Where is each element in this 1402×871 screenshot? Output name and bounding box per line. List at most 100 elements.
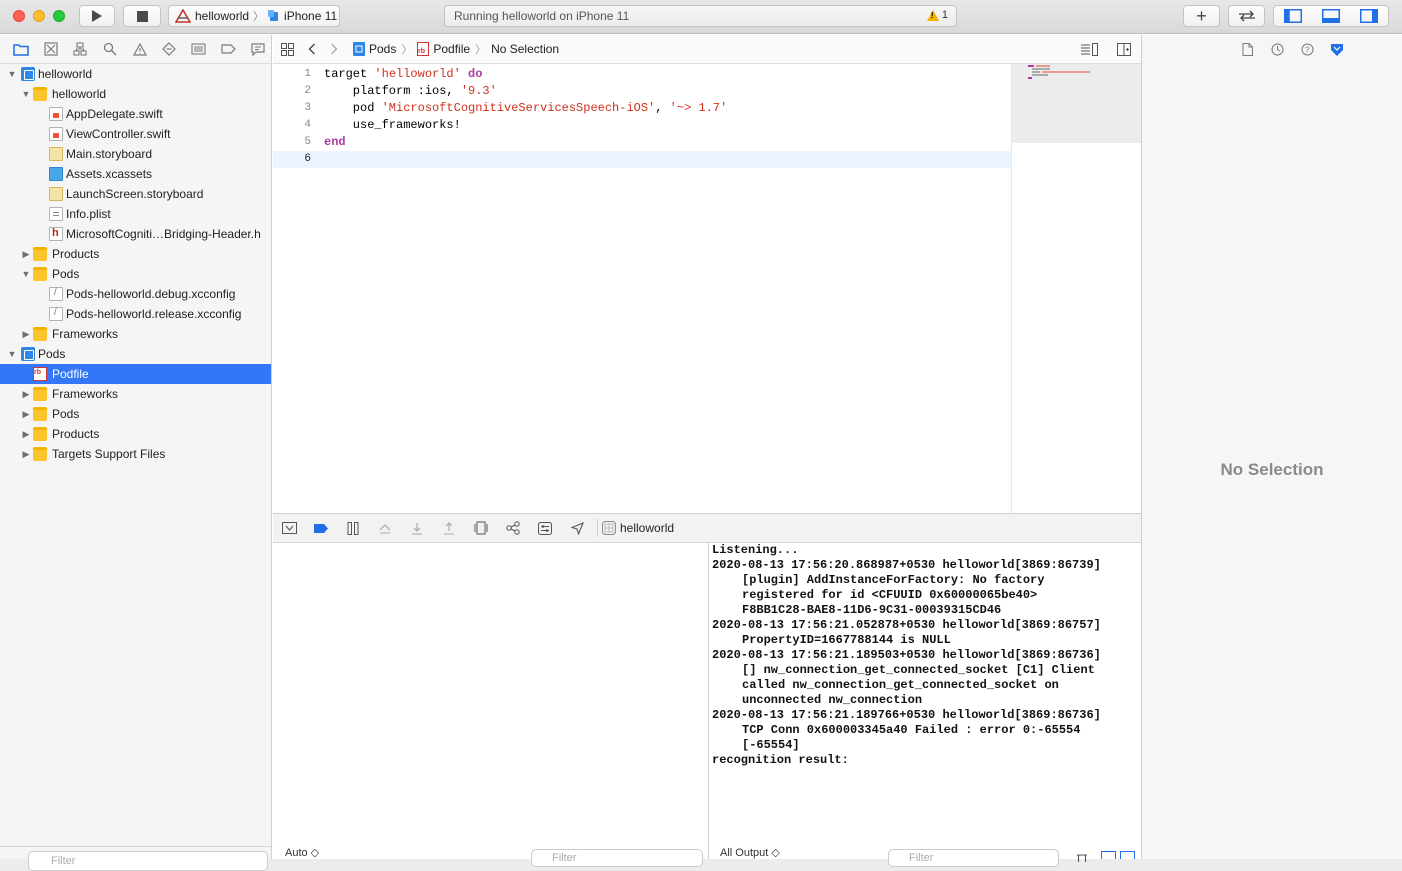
library-add-button[interactable]: +	[1183, 5, 1220, 27]
close-window-button[interactable]	[13, 10, 25, 22]
environment-overrides-button[interactable]	[529, 517, 561, 539]
process-selector[interactable]: helloworld	[602, 521, 674, 535]
step-over-button[interactable]	[369, 517, 401, 539]
tab-history-inspector[interactable]	[1268, 41, 1286, 59]
variables-view[interactable]	[273, 543, 709, 859]
hide-debug-area-button[interactable]	[273, 517, 305, 539]
tab-attributes-inspector[interactable]	[1328, 41, 1346, 59]
simulate-location-button[interactable]	[561, 517, 593, 539]
tab-breakpoint-navigator[interactable]	[215, 39, 243, 59]
debug-view-hierarchy-button[interactable]	[465, 517, 497, 539]
code-review-button[interactable]	[1228, 5, 1265, 27]
tab-file-inspector[interactable]	[1238, 41, 1256, 59]
trash-icon[interactable]	[1076, 851, 1088, 862]
disclosure-closed-icon[interactable]: ▶	[21, 409, 31, 419]
code-line[interactable]: 5 end	[273, 134, 1011, 151]
tree-row[interactable]: MicrosoftCogniti…Bridging-Header.h	[0, 224, 271, 244]
step-into-button[interactable]	[401, 517, 433, 539]
tab-quick-help-inspector[interactable]: ?	[1298, 41, 1316, 59]
tree-row[interactable]: ▼ Pods	[0, 344, 271, 364]
related-items-button[interactable]	[273, 38, 301, 60]
tree-row[interactable]: ▶ Frameworks	[0, 384, 271, 404]
debug-memory-graph-button[interactable]	[497, 517, 529, 539]
scheme-selector[interactable]: helloworld 〉 iPhone 11	[168, 5, 340, 27]
pause-button[interactable]	[337, 517, 369, 539]
variables-mode-selector[interactable]: Auto ◇	[285, 846, 319, 859]
tree-row[interactable]: Pods-helloworld.debug.xcconfig	[0, 284, 271, 304]
tree-row[interactable]: AppDelegate.swift	[0, 104, 271, 124]
tab-report-navigator[interactable]	[244, 39, 272, 59]
breadcrumb-podfile[interactable]: rb Podfile	[417, 42, 470, 56]
tab-find-navigator[interactable]	[96, 39, 124, 59]
breakpoint-active-icon	[314, 523, 328, 533]
tree-row[interactable]: ▼ Pods	[0, 264, 271, 284]
code-line[interactable]: 2 platform :ios, '9.3'	[273, 83, 1011, 100]
tree-row[interactable]: Assets.xcassets	[0, 164, 271, 184]
disclosure-open-icon[interactable]: ▼	[21, 89, 31, 99]
zoom-window-button[interactable]	[53, 10, 65, 22]
console-filter-input[interactable]: Filter	[888, 849, 1059, 867]
toggle-navigator-icon[interactable]	[1284, 9, 1302, 23]
tab-issue-navigator[interactable]	[126, 39, 154, 59]
console-pane-icon[interactable]	[1120, 851, 1135, 859]
minimap[interactable]	[1011, 64, 1141, 513]
console-line: 2020-08-13 17:56:21.189503+0530 hellowor…	[712, 648, 1101, 662]
tab-debug-navigator[interactable]	[185, 39, 213, 59]
tree-row[interactable]: ▼ helloworld	[0, 84, 271, 104]
tree-row[interactable]: Info.plist	[0, 204, 271, 224]
toggle-inspector-icon[interactable]	[1360, 9, 1378, 23]
disclosure-closed-icon[interactable]: ▶	[21, 449, 31, 459]
tree-row[interactable]: ViewController.swift	[0, 124, 271, 144]
breadcrumb-no-selection[interactable]: No Selection	[491, 42, 559, 56]
variables-pane-icon[interactable]	[1101, 851, 1116, 859]
stop-button[interactable]	[123, 5, 161, 27]
tree-row[interactable]: ▶ Frameworks	[0, 324, 271, 344]
variables-filter-input[interactable]: Filter	[531, 849, 703, 867]
tab-source-control-navigator[interactable]	[37, 39, 65, 59]
hierarchy-icon	[73, 42, 87, 56]
tree-row[interactable]: ▶ Pods	[0, 404, 271, 424]
tree-row[interactable]: ▼ helloworld	[0, 64, 271, 84]
tab-project-navigator[interactable]	[7, 39, 35, 59]
console-mode-selector[interactable]: All Output ◇	[720, 846, 780, 859]
tree-row[interactable]: ▶ Products	[0, 424, 271, 444]
minimap-line	[1032, 68, 1050, 70]
tab-symbol-navigator[interactable]	[66, 39, 94, 59]
forward-button[interactable]	[323, 38, 345, 60]
add-editor-button[interactable]	[1111, 38, 1137, 60]
code-line[interactable]: 6	[273, 151, 1011, 168]
activity-viewer[interactable]: Running helloworld on iPhone 11 1	[444, 5, 957, 27]
warning-count: 1	[941, 9, 948, 21]
minimize-window-button[interactable]	[33, 10, 45, 22]
source-editor[interactable]: 1 target 'helloworld' do 2 platform :ios, …	[273, 64, 1011, 513]
run-button[interactable]	[79, 5, 115, 27]
disclosure-closed-icon[interactable]: ▶	[21, 249, 31, 259]
tree-row[interactable]: LaunchScreen.storyboard	[0, 184, 271, 204]
disclosure-open-icon[interactable]: ▼	[7, 69, 17, 79]
code-line[interactable]: 4 use_frameworks!	[273, 117, 1011, 134]
breadcrumb-pods[interactable]: Pods	[353, 42, 396, 56]
editor-options-button[interactable]	[1076, 38, 1102, 60]
tree-row[interactable]: ▶ Products	[0, 244, 271, 264]
tree-row[interactable]: Podfile	[0, 364, 271, 384]
tree-row[interactable]: Pods-helloworld.release.xcconfig	[0, 304, 271, 324]
console-output[interactable]: Listening... 2020-08-13 17:56:20.868987+0…	[710, 543, 1141, 859]
tree-row-label: Pods-helloworld.debug.xcconfig	[66, 287, 236, 301]
disclosure-open-icon[interactable]: ▼	[7, 349, 17, 359]
navigator-filter-input[interactable]: Filter	[28, 851, 268, 871]
breakpoints-toggle-button[interactable]	[305, 517, 337, 539]
warning-indicator[interactable]: 1	[926, 9, 948, 21]
code-line[interactable]: 1 target 'helloworld' do	[273, 66, 1011, 83]
toggle-debug-area-icon[interactable]	[1322, 9, 1340, 23]
back-button[interactable]	[301, 38, 323, 60]
disclosure-open-icon[interactable]: ▼	[21, 269, 31, 279]
tab-test-navigator[interactable]	[155, 39, 183, 59]
code-line[interactable]: 3 pod 'MicrosoftCognitiveServicesSpeech-…	[273, 100, 1011, 117]
disclosure-closed-icon[interactable]: ▶	[21, 429, 31, 439]
tree-row[interactable]: ▶ Targets Support Files	[0, 444, 271, 464]
disclosure-closed-icon[interactable]: ▶	[21, 389, 31, 399]
disclosure-closed-icon[interactable]: ▶	[21, 329, 31, 339]
tree-row[interactable]: Main.storyboard	[0, 144, 271, 164]
step-out-button[interactable]	[433, 517, 465, 539]
console-layout-toggle[interactable]	[1101, 851, 1137, 859]
